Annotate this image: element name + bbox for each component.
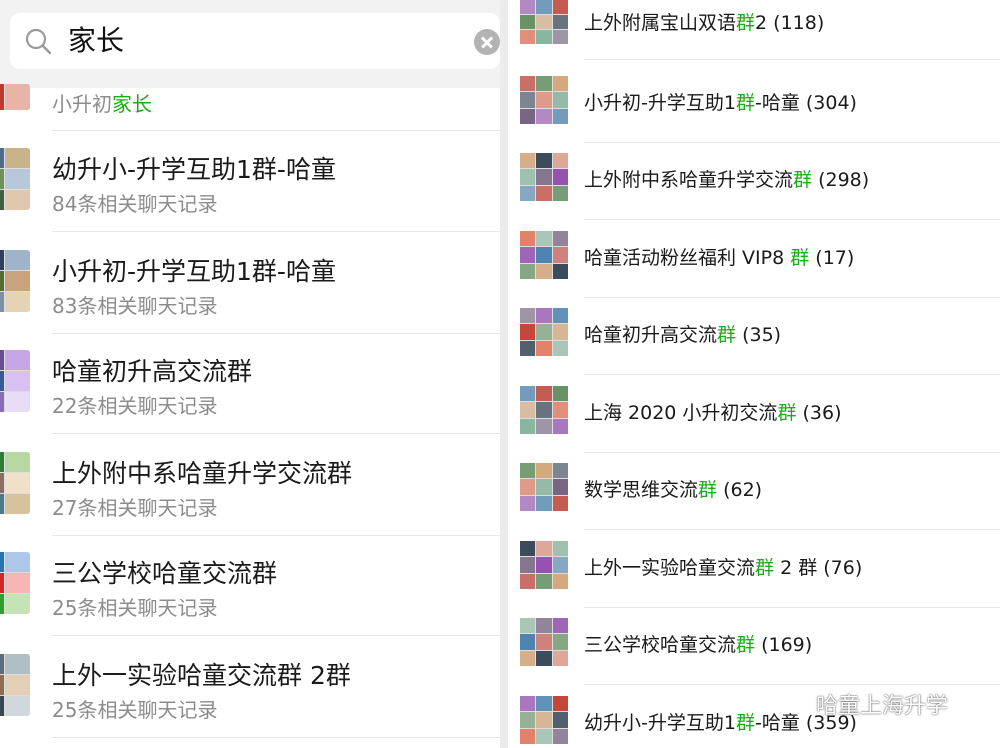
row-divider [52, 433, 500, 434]
keyword-highlight: 群 [735, 92, 755, 114]
group-avatar [0, 452, 30, 514]
result-subtitle: 小升初家长 [52, 92, 152, 116]
result-subtitle: 25条相关聊天记录 [52, 698, 218, 722]
group-avatar [520, 0, 568, 44]
watermark-text: 哈童上海升学 [816, 694, 949, 719]
search-result-item[interactable]: 哈童初升高交流群 22条相关聊天记录 [0, 334, 500, 434]
keyword-highlight: 家长 [112, 92, 152, 116]
row-divider [52, 635, 500, 636]
group-avatar [520, 386, 568, 434]
search-result-item[interactable]: 上外附中系哈童升学交流群 27条相关聊天记录 [0, 436, 500, 536]
search-result-item[interactable]: 幼升小-升学互助1群-哈童 84条相关聊天记录 [0, 132, 500, 232]
group-avatar [0, 350, 30, 412]
group-result-item[interactable]: 数学思维交流群 (62) [508, 453, 1000, 530]
group-title: 上外附属宝山双语群2 (118) [584, 12, 825, 34]
wechat-icon [780, 692, 810, 715]
group-avatar [520, 308, 568, 356]
group-title: 哈童活动粉丝福利 VIP8 群 (17) [584, 247, 855, 269]
result-subtitle: 25条相关聊天记录 [52, 596, 218, 620]
keyword-highlight: 群 [698, 479, 718, 501]
group-result-item[interactable]: 哈童初升高交流群 (35) [508, 298, 1000, 375]
result-subtitle: 22条相关聊天记录 [52, 394, 218, 418]
keyword-highlight: 群 [777, 402, 797, 424]
group-title: 上外一实验哈童交流群 2 群 (76) [584, 557, 863, 579]
result-subtitle: 83条相关聊天记录 [52, 294, 218, 318]
keyword-highlight: 群 [790, 247, 810, 269]
result-title: 幼升小-升学互助1群-哈童 [52, 155, 336, 184]
search-input[interactable]: 家长 [10, 13, 500, 69]
keyword-highlight: 群 [755, 557, 775, 579]
row-divider [52, 231, 500, 232]
group-avatar [520, 153, 568, 201]
group-result-item[interactable]: 哈童活动粉丝福利 VIP8 群 (17) [508, 221, 1000, 298]
search-results-panel-left: 家长 小升初家长幼升小-升学互助1群-哈童 84条相关聊天记录小升初-升学互助1群… [0, 0, 500, 748]
result-subtitle: 27条相关聊天记录 [52, 496, 218, 520]
watermark: 哈童上海升学 [780, 684, 948, 724]
row-divider [584, 219, 1000, 220]
clear-search-icon[interactable] [474, 29, 500, 55]
result-subtitle: 84条相关聊天记录 [52, 192, 218, 216]
group-avatar [520, 231, 568, 279]
group-result-item[interactable]: 上外附属宝山双语群2 (118) [508, 0, 1000, 60]
group-title: 三公学校哈童交流群 (169) [584, 634, 813, 656]
result-title: 哈童初升高交流群 [52, 357, 253, 386]
keyword-highlight: 群 [736, 12, 756, 34]
row-divider [584, 374, 1000, 375]
group-avatar [0, 84, 30, 110]
group-avatar [0, 148, 30, 210]
row-divider [52, 737, 500, 738]
search-bar: 家长 [0, 0, 500, 88]
row-divider [584, 529, 1000, 530]
result-title: 三公学校哈童交流群 [52, 559, 278, 588]
panel-separator [500, 0, 508, 748]
result-title: 小升初-升学互助1群-哈童 [52, 257, 336, 286]
group-result-item[interactable]: 上外一实验哈童交流群 2 群 (76) [508, 531, 1000, 608]
group-result-item[interactable]: 上外附中系哈童升学交流群 (298) [508, 143, 1000, 220]
search-results-panel-right: 上外附属宝山双语群2 (118) 小升初-升学互助1群-哈童 (304) 上外附中系… [508, 0, 1000, 748]
row-divider [52, 130, 500, 131]
keyword-highlight: 群 [793, 169, 813, 191]
keyword-highlight: 群 [736, 634, 756, 656]
group-avatar [0, 250, 30, 312]
group-avatar [520, 618, 568, 666]
keyword-highlight: 群 [717, 324, 737, 346]
search-result-item[interactable]: 小升初-升学互助1群-哈童 83条相关聊天记录 [0, 234, 500, 334]
group-title: 哈童初升高交流群 (35) [584, 324, 782, 346]
group-result-item[interactable]: 小升初-升学互助1群-哈童 (304) [508, 66, 1000, 143]
search-result-item[interactable]: 上外一实验哈童交流群 2群 25条相关聊天记录 [0, 638, 500, 738]
keyword-highlight: 群 [735, 712, 755, 734]
group-avatar [0, 654, 30, 716]
group-avatar [520, 541, 568, 589]
result-title: 上外一实验哈童交流群 2群 [52, 661, 351, 690]
group-title: 小升初-升学互助1群-哈童 (304) [584, 92, 857, 114]
group-title: 上海 2020 小升初交流群 (36) [584, 402, 842, 424]
group-result-item[interactable]: 上海 2020 小升初交流群 (36) [508, 376, 1000, 453]
group-avatar [520, 76, 568, 124]
search-result-item[interactable]: 三公学校哈童交流群 25条相关聊天记录 [0, 536, 500, 636]
search-query: 家长 [68, 24, 125, 57]
group-title: 上外附中系哈童升学交流群 (298) [584, 169, 870, 191]
search-icon [25, 28, 52, 55]
row-divider [584, 59, 1000, 60]
group-avatar [520, 463, 568, 511]
result-title: 上外附中系哈童升学交流群 [52, 459, 353, 488]
group-result-item[interactable]: 三公学校哈童交流群 (169) [508, 608, 1000, 685]
group-avatar [0, 552, 30, 614]
group-avatar [520, 696, 568, 744]
group-title: 数学思维交流群 (62) [584, 479, 763, 501]
